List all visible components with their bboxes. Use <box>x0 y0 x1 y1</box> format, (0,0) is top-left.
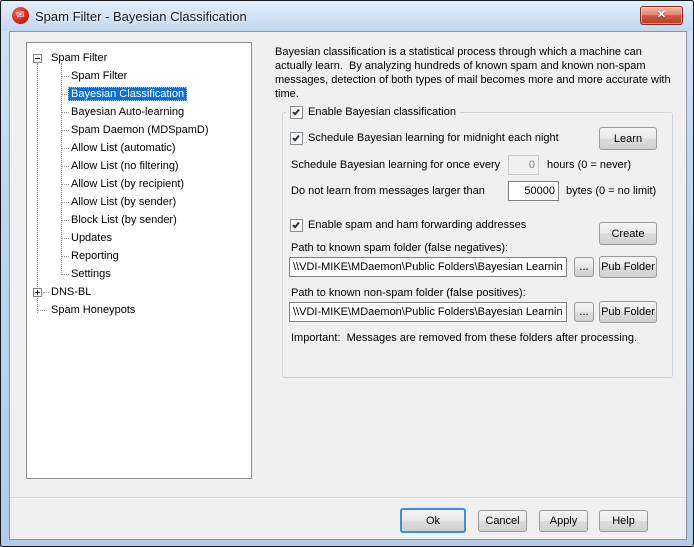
checkbox-checked-icon[interactable] <box>290 132 303 145</box>
create-button[interactable]: Create <box>599 222 657 245</box>
close-button[interactable]: ✕ <box>640 6 683 25</box>
important-note: Important: Messages are removed from the… <box>291 332 637 344</box>
tree-item-label: Spam Honeypots <box>48 303 138 317</box>
tree-item-settings[interactable]: Settings <box>27 265 251 283</box>
tree-item-label: Spam Filter <box>48 51 110 65</box>
tree-item-label: Allow List (by sender) <box>68 195 179 209</box>
tree-item-label: Block List (by sender) <box>68 213 180 227</box>
app-icon: ✉ <box>11 6 30 25</box>
tree-item-label: Bayesian Classification <box>68 87 187 101</box>
tree-item-label: Settings <box>68 267 114 281</box>
tree-item-spam-daemon[interactable]: Spam Daemon (MDSpamD) <box>27 121 251 139</box>
titlebar[interactable]: ✉ Spam Filter - Bayesian Classification … <box>2 1 692 31</box>
max-size-suffix: bytes (0 = no limit) <box>566 185 656 197</box>
forwarding-checkbox-label: Enable spam and ham forwarding addresses <box>308 219 526 231</box>
schedule-midnight-checkbox-label: Schedule Bayesian learning for midnight … <box>308 132 559 144</box>
tree-list: Spam Filter Spam Filter Bayesian Classif… <box>27 43 251 319</box>
tree-item-bayesian-auto-learning[interactable]: Bayesian Auto-learning <box>27 103 251 121</box>
navigation-tree: Spam Filter Spam Filter Bayesian Classif… <box>26 42 252 479</box>
description-text: Bayesian classification is a statistical… <box>275 45 679 101</box>
schedule-hours-input <box>508 155 539 175</box>
spam-path-label: Path to known spam folder (false negativ… <box>291 242 508 254</box>
spam-path-browse-button[interactable]: ... <box>574 257 594 277</box>
footer-separator <box>10 497 686 499</box>
forwarding-checkbox[interactable]: Enable spam and ham forwarding addresses <box>290 218 526 232</box>
check-icon <box>292 107 300 115</box>
tree-item-spam-filter-root[interactable]: Spam Filter <box>27 49 251 67</box>
schedule-every-suffix: hours (0 = never) <box>547 159 631 171</box>
checkbox-checked-icon[interactable] <box>290 219 303 232</box>
tree-item-reporting[interactable]: Reporting <box>27 247 251 265</box>
close-icon: ✕ <box>657 10 666 21</box>
tree-item-label: DNS-BL <box>48 285 94 299</box>
help-button[interactable]: Help <box>599 510 648 532</box>
tree-expander-minus-icon[interactable] <box>33 54 42 63</box>
check-icon <box>292 220 300 228</box>
cancel-button[interactable]: Cancel <box>478 510 527 532</box>
dialog-window: ✉ Spam Filter - Bayesian Classification … <box>0 0 694 547</box>
tree-item-label: Spam Filter <box>68 69 130 83</box>
enable-bayesian-checkbox-label: Enable Bayesian classification <box>308 106 456 118</box>
ok-button[interactable]: Ok <box>400 508 466 533</box>
enable-bayesian-checkbox[interactable]: Enable Bayesian classification <box>286 105 460 119</box>
tree-item-allow-list-no-filtering[interactable]: Allow List (no filtering) <box>27 157 251 175</box>
spam-path-input[interactable] <box>289 257 567 277</box>
window-title: Spam Filter - Bayesian Classification <box>35 9 247 24</box>
checkbox-checked-icon[interactable] <box>290 106 303 119</box>
max-size-label: Do not learn from messages larger than <box>291 185 485 197</box>
schedule-midnight-checkbox[interactable]: Schedule Bayesian learning for midnight … <box>290 131 559 145</box>
tree-item-label: Allow List (no filtering) <box>68 159 182 173</box>
ham-path-input[interactable] <box>289 302 567 322</box>
schedule-every-label: Schedule Bayesian learning for once ever… <box>291 159 500 171</box>
max-size-input[interactable] <box>508 181 559 201</box>
tree-item-allow-list-by-recipient[interactable]: Allow List (by recipient) <box>27 175 251 193</box>
tree-item-label: Allow List (by recipient) <box>68 177 187 191</box>
ham-path-browse-button[interactable]: ... <box>574 302 594 322</box>
learn-button[interactable]: Learn <box>599 127 657 150</box>
tree-item-spam-filter[interactable]: Spam Filter <box>27 67 251 85</box>
check-icon <box>292 133 300 141</box>
tree-item-updates[interactable]: Updates <box>27 229 251 247</box>
tree-item-spam-honeypots[interactable]: Spam Honeypots <box>27 301 251 319</box>
tree-item-allow-list-by-sender[interactable]: Allow List (by sender) <box>27 193 251 211</box>
tree-item-label: Bayesian Auto-learning <box>68 105 187 119</box>
tree-item-label: Spam Daemon (MDSpamD) <box>68 123 212 137</box>
ham-pub-folder-button[interactable]: Pub Folder <box>599 301 657 323</box>
ham-path-label: Path to known non-spam folder (false pos… <box>291 287 526 299</box>
spam-pub-folder-button[interactable]: Pub Folder <box>599 256 657 278</box>
tree-expander-plus-icon[interactable] <box>33 288 42 297</box>
tree-item-bayesian-classification[interactable]: Bayesian Classification <box>27 85 251 103</box>
apply-button[interactable]: Apply <box>539 510 588 532</box>
tree-item-block-list-by-sender[interactable]: Block List (by sender) <box>27 211 251 229</box>
tree-item-label: Allow List (automatic) <box>68 141 179 155</box>
tree-item-label: Updates <box>68 231 115 245</box>
app-icon-glyph: ✉ <box>16 9 26 21</box>
tree-item-label: Reporting <box>68 249 122 263</box>
tree-item-allow-list-automatic[interactable]: Allow List (automatic) <box>27 139 251 157</box>
tree-item-dns-bl[interactable]: DNS-BL <box>27 283 251 301</box>
